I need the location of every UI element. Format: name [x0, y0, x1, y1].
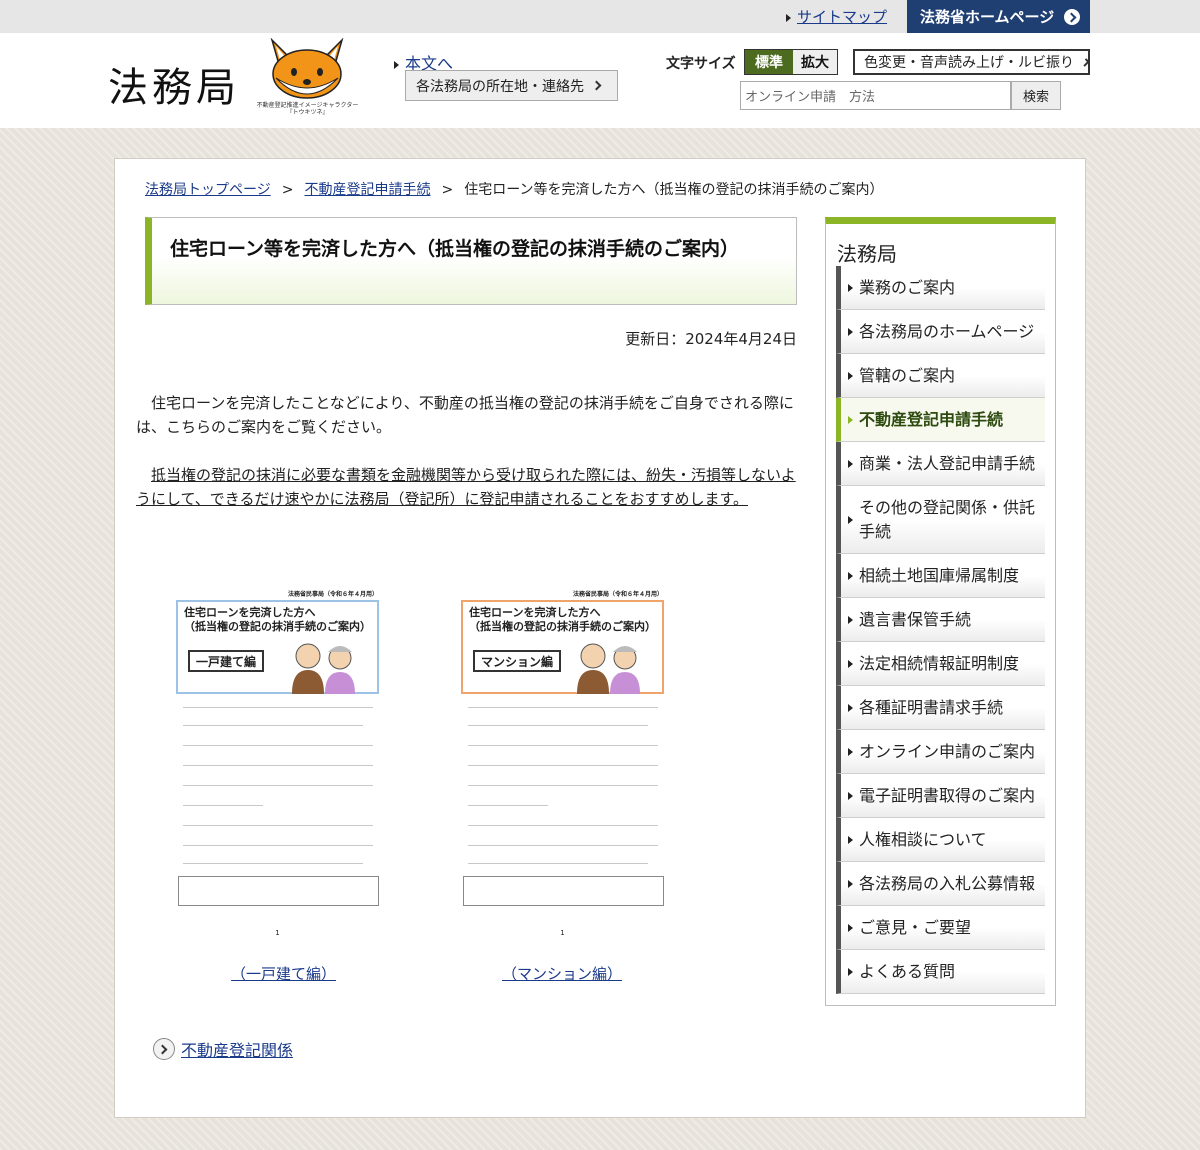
chevron-right-icon	[1081, 57, 1090, 67]
notice-paragraph: 抵当権の登記の抹消に必要な書類を金融機関等から受け取られた際には、紛失・汚損等し…	[136, 466, 796, 508]
search-input[interactable]	[740, 81, 1011, 110]
main-panel: 法務局トップページ > 不動産登記申請手続 > 住宅ローン等を完済した方へ（抵当権の登記…	[114, 158, 1086, 1118]
side-menu-item[interactable]: 電子証明書取得のご案内	[836, 774, 1045, 818]
breadcrumb-realestate-link[interactable]: 不動産登記申請手続	[304, 182, 430, 198]
side-menu-item[interactable]: 人権相談について	[836, 818, 1045, 862]
side-menu-item[interactable]: 各法務局のホームページ	[836, 310, 1045, 354]
condo-pamphlet-link[interactable]: （マンション編）	[502, 963, 622, 984]
elderly-couple-icon	[292, 643, 355, 694]
triangle-right-icon	[786, 13, 791, 22]
site-header: 法務局 不動産登記推進イメージキャラクター 『トウキツネ』 本文へ 各法務局の所在…	[0, 33, 1200, 128]
side-menu-item[interactable]: オンライン申請のご案内	[836, 730, 1045, 774]
chevron-right-icon	[591, 80, 602, 91]
breadcrumb-separator: >	[281, 182, 294, 198]
top-utility-bar: サイトマップ 法務省ホームページ	[0, 0, 1200, 33]
sitemap-link[interactable]: サイトマップ	[786, 6, 887, 27]
accessibility-options-button[interactable]: 色変更・音声読み上げ・ルビ振り	[853, 49, 1090, 75]
page-title: 住宅ローン等を完済した方へ（抵当権の登記の抹消手続のご案内）	[170, 238, 740, 260]
breadcrumb-current: 住宅ローン等を完済した方へ（抵当権の登記の抹消手続のご案内）	[464, 182, 884, 198]
side-menu-item[interactable]: その他の登記関係・供託手続	[836, 486, 1045, 554]
office-locations-button[interactable]: 各法務局の所在地・連絡先	[405, 70, 618, 101]
breadcrumb-separator: >	[441, 182, 454, 198]
thumb-label: マンション編	[473, 650, 562, 672]
side-menu-item[interactable]: 遺言書保管手続	[836, 598, 1045, 642]
font-size-label: 文字サイズ	[666, 56, 736, 72]
side-menu-item[interactable]: 管轄のご案内	[836, 354, 1045, 398]
triangle-right-icon	[394, 60, 399, 69]
font-large-button[interactable]: 拡大	[793, 50, 837, 74]
page-title-box: 住宅ローン等を完済した方へ（抵当権の登記の抹消手続のご案内）	[145, 217, 797, 305]
chevron-circle-icon	[153, 1038, 175, 1060]
search-button[interactable]: 検索	[1011, 81, 1061, 110]
side-menu-item[interactable]: 相続土地国庫帰属制度	[836, 554, 1045, 598]
side-menu-item[interactable]: 不動産登記申請手続	[836, 398, 1045, 442]
font-standard-button[interactable]: 標準	[745, 50, 793, 74]
arrow-circle-icon	[1064, 8, 1081, 25]
breadcrumb-top-link[interactable]: 法務局トップページ	[145, 182, 271, 198]
pamphlet-thumbnail-condo[interactable]: 法務省民事局（令和６年４月用） 住宅ローンを完済した方へ （抵当権の登記の抹消手続…	[460, 589, 665, 944]
side-menu-list: 業務のご案内 各法務局のホームページ 管轄のご案内 不動産登記申請手続 商業・法人登記申…	[836, 266, 1045, 994]
thumb-label: 一戸建て編	[188, 650, 265, 672]
site-logo[interactable]: 法務局	[108, 55, 240, 113]
intro-paragraph: 住宅ローンを完済したことなどにより、不動産の抵当権の登記の抹消手続をご自身でされ…	[136, 394, 794, 436]
side-menu-item[interactable]: よくある質問	[836, 950, 1045, 994]
updated-date: 更新日：2024年4月24日	[625, 330, 797, 348]
side-menu-item[interactable]: 業務のご案内	[836, 266, 1045, 310]
side-menu-item[interactable]: 商業・法人登記申請手続	[836, 442, 1045, 486]
moj-homepage-button[interactable]: 法務省ホームページ	[907, 0, 1090, 33]
side-menu-item[interactable]: 法定相続情報証明制度	[836, 642, 1045, 686]
side-menu-item[interactable]: 各種証明書請求手続	[836, 686, 1045, 730]
side-menu: 法務局 業務のご案内 各法務局のホームページ 管轄のご案内 不動産登記申請手続 商業・法…	[825, 217, 1056, 1006]
side-menu-item[interactable]: ご意見・ご要望	[836, 906, 1045, 950]
mascot-caption: 不動産登記推進イメージキャラクター 『トウキツネ』	[256, 102, 359, 116]
elderly-couple-icon	[577, 643, 640, 694]
fox-mascot-icon	[270, 38, 344, 99]
font-size-toggle: 標準 拡大	[744, 49, 838, 75]
house-pamphlet-link[interactable]: （一戸建て編）	[231, 963, 336, 984]
breadcrumb: 法務局トップページ > 不動産登記申請手続 > 住宅ローン等を完済した方へ（抵当権の登記…	[145, 179, 884, 199]
pamphlet-thumbnail-house[interactable]: 法務省民事局（令和６年４月用） 住宅ローンを完済した方へ （抵当権の登記の抹消手続…	[175, 589, 380, 944]
side-menu-item[interactable]: 各法務局の入札公募情報	[836, 862, 1045, 906]
side-menu-title: 法務局	[837, 242, 897, 266]
related-realestate-link[interactable]: 不動産登記関係	[153, 1037, 293, 1061]
